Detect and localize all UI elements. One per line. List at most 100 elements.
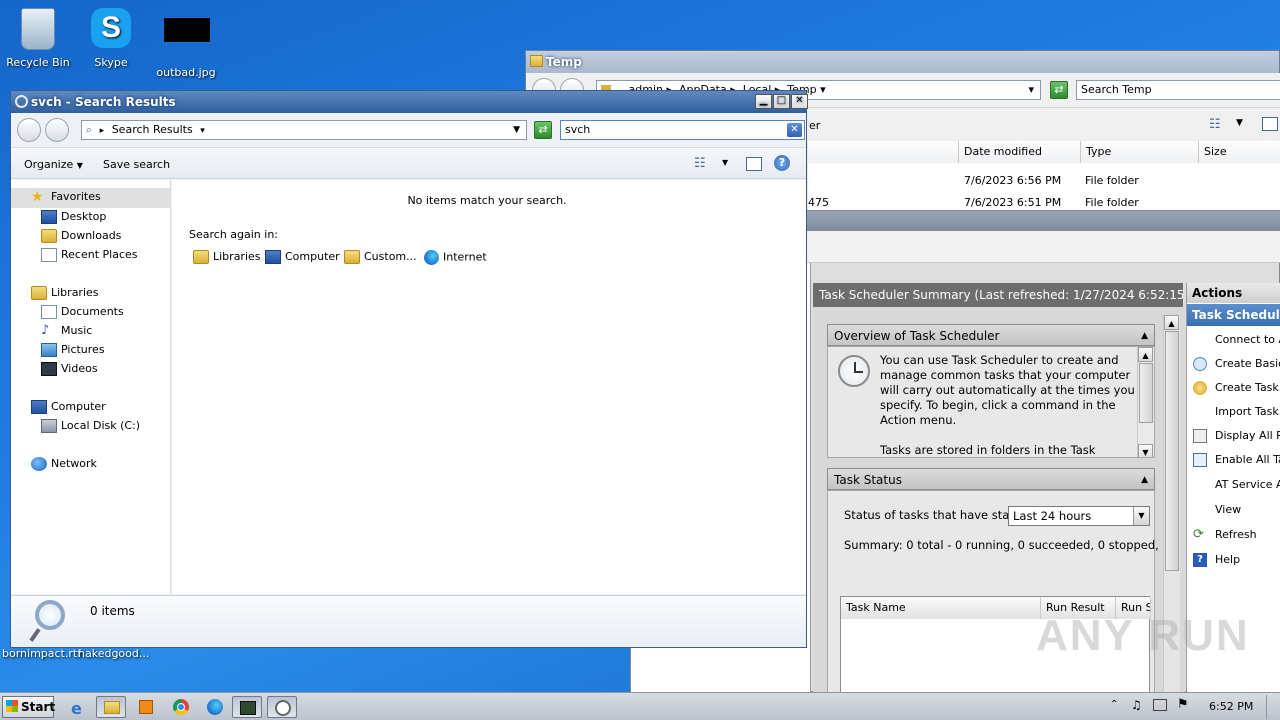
- status-period-select[interactable]: Last 24 hours ▼: [1008, 506, 1150, 526]
- show-hidden-icons[interactable]: ⌃: [1110, 699, 1118, 710]
- scroll-up-icon[interactable]: ▲: [1164, 315, 1179, 330]
- search-again-internet[interactable]: Internet: [424, 250, 487, 265]
- action-connect[interactable]: Connect to An: [1187, 328, 1280, 352]
- toolbar-partial-label[interactable]: er: [809, 119, 820, 132]
- maximize-button[interactable]: □: [773, 94, 790, 109]
- forward-icon[interactable]: [45, 118, 69, 142]
- sidebar-item-network[interactable]: Network: [31, 457, 97, 471]
- internet-explorer-icon: e: [71, 699, 82, 718]
- taskbar-ie[interactable]: e: [64, 696, 94, 718]
- clear-search-icon[interactable]: ✕: [787, 123, 802, 137]
- taskbar-explorer[interactable]: [96, 696, 126, 718]
- taskbar-task-scheduler[interactable]: [267, 696, 297, 718]
- action-view[interactable]: View: [1187, 498, 1241, 522]
- sidebar-item-downloads[interactable]: Downloads: [41, 229, 121, 243]
- action-create-task[interactable]: Create Task...: [1187, 376, 1280, 400]
- system-clock[interactable]: 6:52 PM: [1209, 700, 1253, 713]
- desktop-icon-outbad[interactable]: outbad.jpg: [148, 8, 224, 79]
- scroll-down-icon[interactable]: ▼: [1138, 444, 1153, 457]
- action-display-all[interactable]: Display All Ru: [1187, 424, 1280, 448]
- save-search-button[interactable]: Save search: [103, 158, 170, 171]
- action-center-flag-icon[interactable]: ⚑: [1177, 697, 1189, 712]
- collapse-icon[interactable]: ▲: [1141, 325, 1148, 347]
- temp-search-input[interactable]: Search Temp: [1076, 80, 1280, 100]
- taskbar-terminal[interactable]: [232, 696, 262, 718]
- taskbar-media[interactable]: [131, 696, 161, 718]
- sidebar-item-videos[interactable]: Videos: [41, 362, 98, 376]
- search-input-value: svch: [565, 123, 591, 136]
- desktop-icon-skype[interactable]: S Skype: [73, 8, 149, 69]
- refresh-icon[interactable]: ⇄: [1050, 81, 1068, 99]
- chevron-right-icon[interactable]: ▸: [100, 126, 105, 136]
- sidebar-item-local-disk[interactable]: Local Disk (C:): [41, 419, 140, 433]
- action-refresh[interactable]: ⟳ Refresh: [1187, 523, 1257, 547]
- actions-header: Actions: [1187, 283, 1280, 303]
- sidebar-item-computer[interactable]: Computer: [31, 400, 106, 414]
- start-button[interactable]: Start: [2, 696, 55, 718]
- task-status-section-header[interactable]: Task Status ▲: [827, 468, 1155, 490]
- close-button[interactable]: ✕: [791, 94, 808, 109]
- column-header-date[interactable]: Date modified: [959, 141, 1081, 163]
- action-at-service[interactable]: AT Service Ac: [1187, 473, 1280, 497]
- preview-pane-icon[interactable]: [746, 157, 762, 171]
- chevron-down-icon[interactable]: ▼: [1133, 507, 1149, 525]
- search-input[interactable]: svch ✕: [560, 120, 805, 140]
- collapse-icon[interactable]: ▲: [1141, 469, 1148, 491]
- desktop-file-label[interactable]: nakedgood...: [78, 647, 149, 660]
- sidebar-item-recent-places[interactable]: Recent Places: [41, 248, 138, 262]
- action-create-basic[interactable]: Create Basic T: [1187, 352, 1280, 376]
- actions-subheader[interactable]: Task Scheduler: [1187, 304, 1280, 326]
- view-icon[interactable]: ☷: [1209, 117, 1221, 132]
- search-again-custom[interactable]: Custom...: [344, 250, 417, 264]
- item-count: 0 items: [90, 604, 135, 618]
- search-titlebar[interactable]: svch - Search Results ▁ □ ✕: [11, 91, 808, 113]
- scroll-thumb[interactable]: [1139, 363, 1153, 423]
- column-header-task-name[interactable]: Task Name: [841, 597, 1041, 619]
- overview-scrollbar[interactable]: ▲ ▼: [1137, 347, 1154, 457]
- desktop-icon-recycle-bin[interactable]: Recycle Bin: [0, 8, 76, 69]
- column-header-type[interactable]: Type: [1081, 141, 1199, 163]
- show-desktop-button[interactable]: [1266, 695, 1278, 719]
- column-header-size[interactable]: Size: [1199, 141, 1280, 163]
- view-icon[interactable]: ☷: [694, 156, 706, 171]
- action-help[interactable]: ? Help: [1187, 548, 1240, 572]
- chevron-down-icon[interactable]: ▾: [200, 126, 205, 136]
- search-again-libraries[interactable]: Libraries: [193, 250, 261, 264]
- chrome-icon: [173, 699, 189, 715]
- chevron-down-icon[interactable]: ▼: [513, 121, 520, 139]
- temp-titlebar[interactable]: Temp: [526, 51, 1279, 73]
- search-again-computer[interactable]: Computer: [265, 250, 340, 264]
- minimize-button[interactable]: ▁: [755, 94, 772, 109]
- back-icon[interactable]: [17, 118, 41, 142]
- desktop-file-label[interactable]: bornimpact.rtf: [2, 647, 81, 660]
- overview-section-header[interactable]: Overview of Task Scheduler ▲: [827, 324, 1155, 346]
- table-row[interactable]: 7/6/2023 6:56 PM File folder: [808, 171, 1280, 191]
- sidebar-label: Computer: [51, 400, 106, 413]
- chevron-down-icon[interactable]: ▾: [1028, 81, 1034, 99]
- action-import[interactable]: Import Task...: [1187, 400, 1280, 424]
- column-header-name[interactable]: [808, 141, 959, 163]
- preview-pane-icon[interactable]: [1262, 117, 1278, 131]
- sidebar-item-pictures[interactable]: Pictures: [41, 343, 105, 357]
- sidebar-item-documents[interactable]: Documents: [41, 305, 124, 319]
- organize-button[interactable]: Organize ▼: [24, 158, 83, 171]
- scroll-up-icon[interactable]: ▲: [1138, 347, 1153, 362]
- sidebar-item-libraries[interactable]: Libraries: [31, 286, 99, 300]
- taskbar-edge[interactable]: [200, 696, 230, 718]
- media-player-icon: [139, 700, 153, 714]
- help-icon[interactable]: ?: [774, 155, 790, 171]
- breadcrumb-search-results[interactable]: Search Results: [112, 123, 193, 136]
- search-breadcrumb[interactable]: ⌕ ▸ Search Results ▾ ▼: [81, 120, 527, 140]
- sidebar-item-music[interactable]: ♪ Music: [41, 324, 92, 338]
- taskbar-chrome[interactable]: [166, 696, 196, 718]
- refresh-icon[interactable]: ⇄: [534, 121, 552, 139]
- scroll-thumb[interactable]: [1165, 331, 1179, 571]
- action-enable-all[interactable]: Enable All Tas: [1187, 448, 1280, 472]
- volume-icon[interactable]: ♫: [1131, 698, 1142, 712]
- sidebar-item-favorites[interactable]: ★ Favorites: [31, 190, 101, 204]
- sidebar-item-desktop[interactable]: Desktop: [41, 210, 106, 224]
- network-tray-icon[interactable]: [1153, 699, 1167, 711]
- chevron-down-icon[interactable]: ▼: [722, 158, 728, 167]
- chevron-down-icon[interactable]: ▼: [1236, 118, 1243, 128]
- search-results-window[interactable]: svch - Search Results ▁ □ ✕ ⌕ ▸ Search R…: [10, 90, 808, 648]
